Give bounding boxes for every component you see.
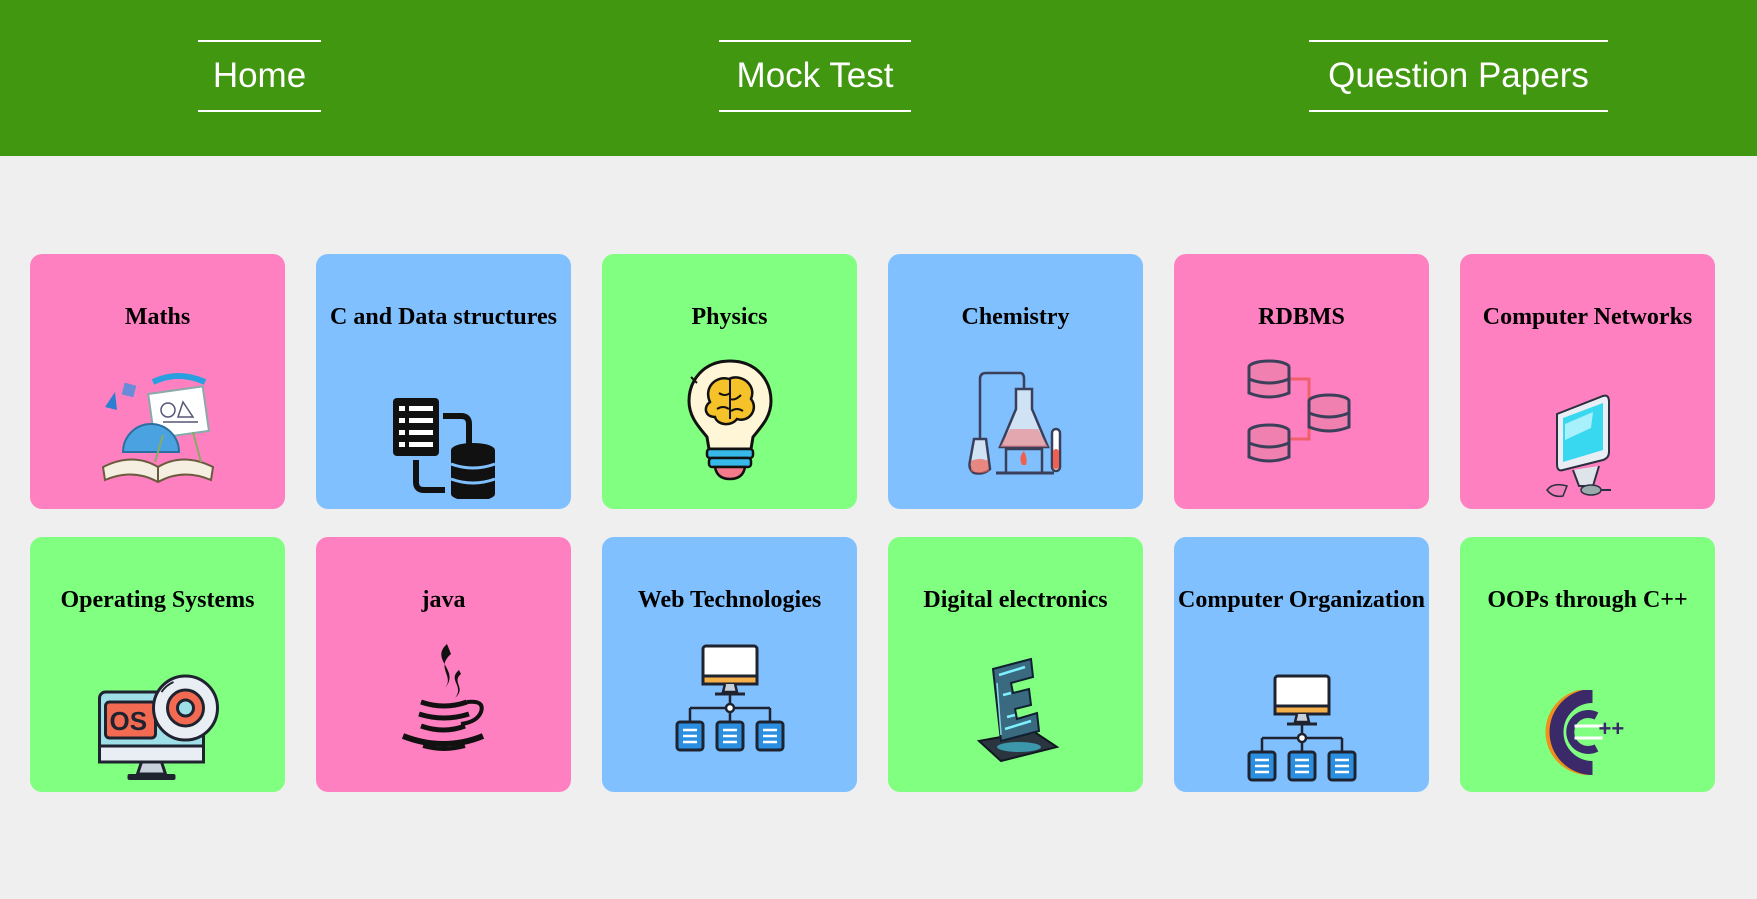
subject-card-java[interactable]: java xyxy=(316,537,571,792)
java-cup-icon xyxy=(401,644,484,751)
subject-card-computer-organization[interactable]: Computer Organization xyxy=(1174,537,1429,792)
top-nav-bar: Home Mock Test Question Papers xyxy=(0,0,1757,156)
subject-title: Operating Systems xyxy=(60,587,255,613)
subject-title: Digital electronics xyxy=(923,587,1108,613)
cpp-logo-icon: ++ xyxy=(1545,690,1624,775)
subject-title: Computer Organization xyxy=(1178,587,1425,613)
subject-card-maths[interactable]: Maths xyxy=(30,254,285,509)
subject-title: Chemistry xyxy=(961,304,1070,330)
maths-icon xyxy=(101,373,214,484)
subject-card-c-data-structures[interactable]: C and Data structures xyxy=(316,254,571,509)
nav-question-papers-link[interactable]: Question Papers xyxy=(1309,40,1608,112)
lab-flask-icon xyxy=(967,371,1061,475)
subject-card-physics[interactable]: Physics xyxy=(602,254,857,509)
subject-title: Maths xyxy=(124,304,191,330)
network-hierarchy-icon xyxy=(675,644,784,752)
subject-card-web-technologies[interactable]: Web Technologies xyxy=(602,537,857,792)
computer-icon xyxy=(1545,394,1611,498)
svg-text:OS: OS xyxy=(109,706,147,736)
subject-card-rdbms[interactable]: RDBMS xyxy=(1174,254,1429,509)
subject-card-operating-systems[interactable]: Operating Systems OS xyxy=(30,537,285,792)
subject-title: RDBMS xyxy=(1258,304,1345,330)
subject-card-oops-cpp[interactable]: OOPs through C++ ++ xyxy=(1460,537,1715,792)
subject-title: C and Data structures xyxy=(330,304,557,330)
data-structures-icon xyxy=(392,398,496,499)
network-hierarchy-icon xyxy=(1247,674,1356,782)
subject-title: Computer Networks xyxy=(1482,304,1693,330)
subject-grid: Maths C and Data structures Physics Chem… xyxy=(30,254,1715,792)
nav-mock-test-link[interactable]: Mock Test xyxy=(719,40,911,112)
subject-card-chemistry[interactable]: Chemistry xyxy=(888,254,1143,509)
database-icon xyxy=(1247,359,1350,463)
svg-text:++: ++ xyxy=(1598,716,1624,741)
os-disc-icon: OS xyxy=(97,674,219,780)
subject-title: Web Technologies xyxy=(637,587,822,613)
subject-card-digital-electronics[interactable]: Digital electronics xyxy=(888,537,1143,792)
nav-home-link[interactable]: Home xyxy=(198,40,321,112)
subject-title: Physics xyxy=(691,304,768,330)
brain-bulb-icon xyxy=(686,357,773,481)
subject-card-computer-networks[interactable]: Computer Networks xyxy=(1460,254,1715,509)
electronics-e-icon xyxy=(976,657,1059,763)
subject-title: OOPs through C++ xyxy=(1487,587,1688,613)
subject-title: java xyxy=(421,587,466,613)
